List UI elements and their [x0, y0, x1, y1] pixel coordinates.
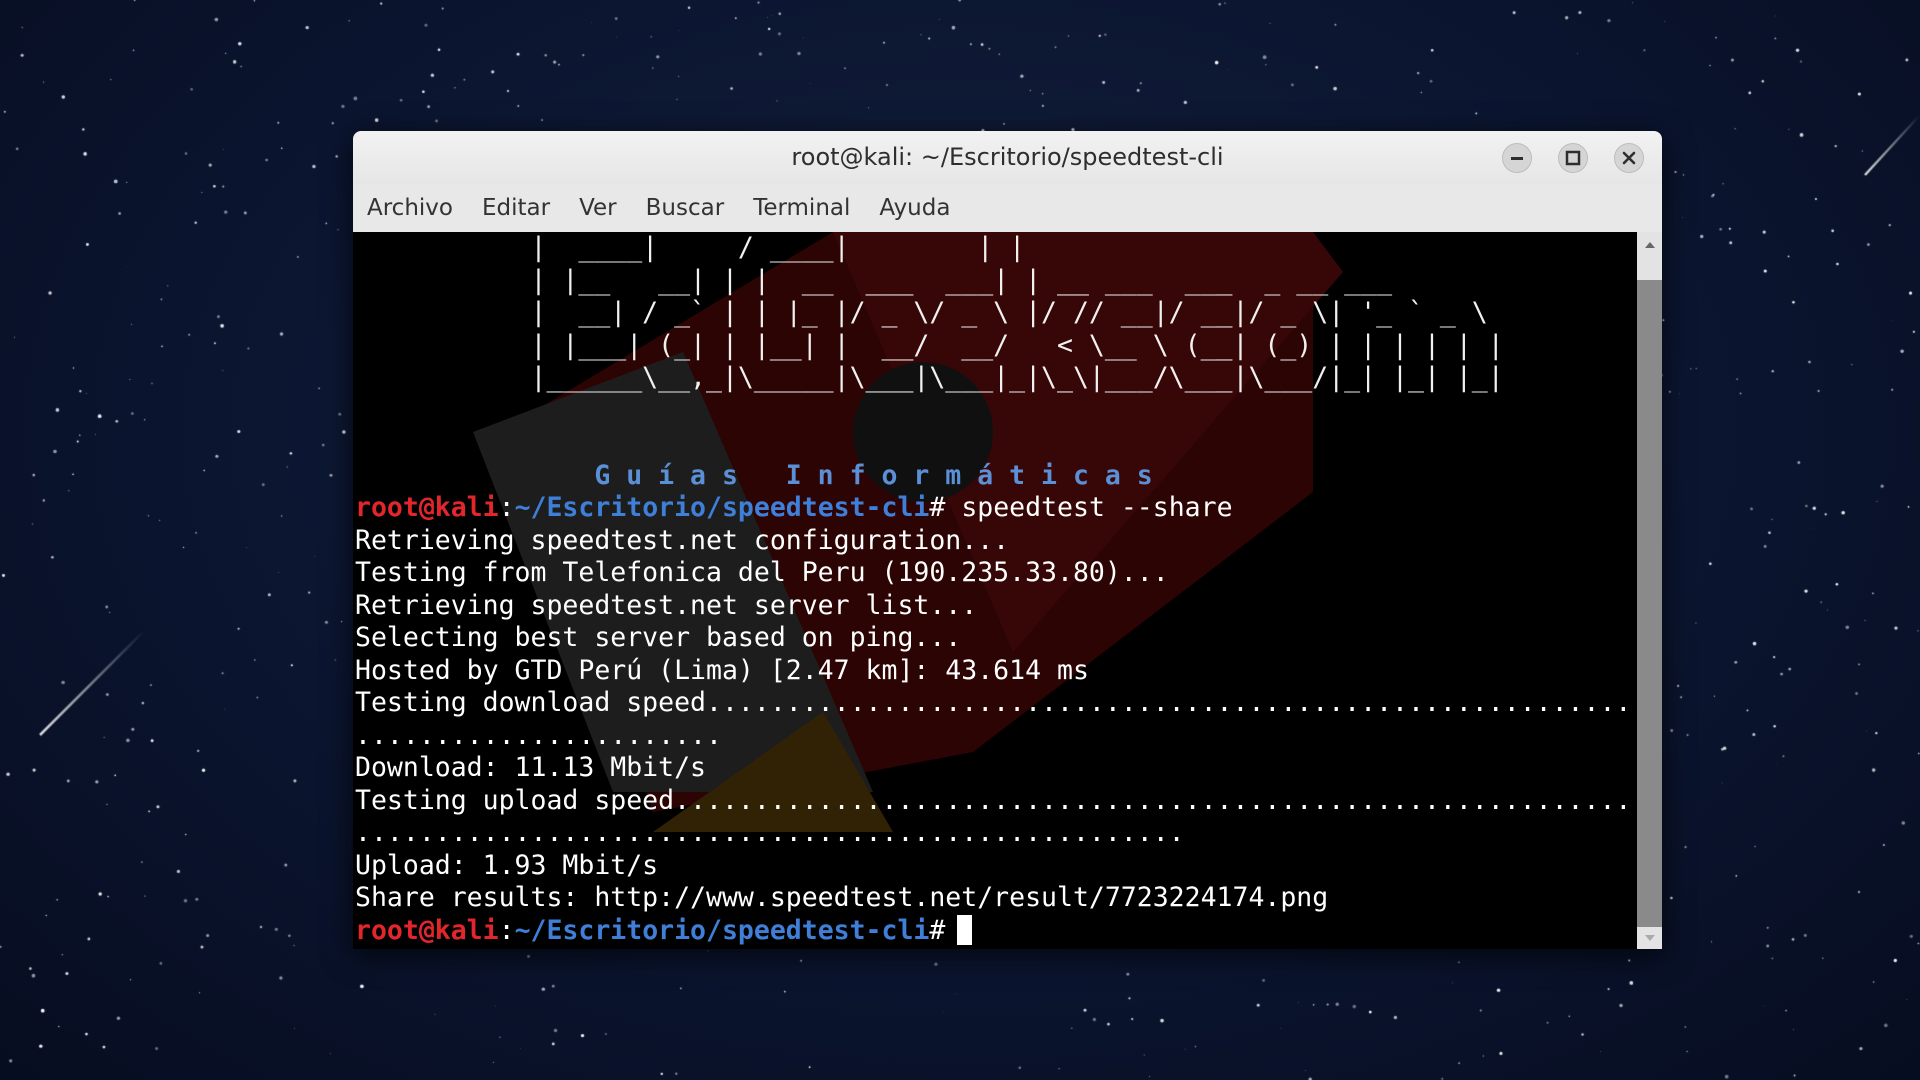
- terminal-output: | ____| / ____| | | | |__ __| | | __ ___…: [355, 232, 1637, 947]
- menu-ver[interactable]: Ver: [579, 195, 617, 221]
- window-title: root@kali: ~/Escritorio/speedtest-cli: [791, 143, 1224, 171]
- scroll-down-button[interactable]: [1637, 927, 1662, 949]
- arrow-up-icon: [1645, 242, 1655, 248]
- menu-bar: Archivo Editar Ver Buscar Terminal Ayuda: [353, 184, 1662, 233]
- ascii-line-5: |______\__,_|\_____|\___|\___|_|\_\|___/…: [355, 362, 1504, 393]
- minimize-button[interactable]: [1502, 143, 1532, 173]
- output-line: .......................: [355, 719, 722, 751]
- ascii-line-4: | |___| (_| | |__| | __/ __/ < \__ \ (__…: [355, 329, 1504, 361]
- menu-archivo[interactable]: Archivo: [367, 195, 453, 221]
- text-cursor: [957, 914, 973, 945]
- prompt-path: ~/Escritorio/speedtest-cli: [514, 492, 930, 523]
- prompt-user: root@kali: [355, 492, 499, 523]
- prompt-path-2: ~/Escritorio/speedtest-cli: [514, 914, 930, 946]
- ascii-line-3: | __| / _` | | |_ |/ _ \/ _ \ |/ // __|/…: [355, 297, 1488, 328]
- output-line: Download: 11.13 Mbit/s: [355, 752, 706, 783]
- close-icon: [1622, 151, 1636, 165]
- scroll-up-button[interactable]: [1637, 232, 1662, 280]
- menu-editar[interactable]: Editar: [482, 195, 550, 221]
- prompt-user-2: root@kali: [355, 914, 499, 946]
- output-line: Testing from Telefonica del Peru (190.23…: [355, 557, 1169, 588]
- maximize-icon: [1565, 150, 1581, 166]
- output-line: Testing download speed..................…: [355, 687, 1637, 718]
- arrow-down-icon: [1645, 935, 1655, 941]
- output-line: Testing upload speed....................…: [355, 784, 1637, 816]
- ascii-line-1: | ____| / ____| | |: [355, 232, 1026, 263]
- prompt-symbol: #: [929, 492, 946, 523]
- minimize-icon: [1511, 157, 1523, 160]
- vertical-scrollbar[interactable]: [1637, 232, 1662, 949]
- output-line: Selecting best server based on ping...: [355, 622, 962, 653]
- ascii-line-2: | |__ __| | | __ ___ ___| | __ ___ ___ _…: [355, 264, 1393, 296]
- close-button[interactable]: [1614, 143, 1644, 173]
- terminal-area[interactable]: | ____| / ____| | | | |__ __| | | __ ___…: [353, 232, 1637, 949]
- menu-terminal[interactable]: Terminal: [753, 195, 850, 221]
- title-bar[interactable]: root@kali: ~/Escritorio/speedtest-cli: [353, 131, 1662, 184]
- output-line: Hosted by GTD Perú (Lima) [2.47 km]: 43.…: [355, 654, 1089, 686]
- output-line: Upload: 1.93 Mbit/s: [355, 849, 659, 881]
- output-line: ........................................…: [355, 817, 1185, 848]
- command-text: speedtest --share: [945, 492, 1233, 523]
- prompt-symbol-2: #: [929, 914, 946, 946]
- tagline: G u í a s I n f o r m á t i c a s: [355, 459, 1153, 491]
- menu-ayuda[interactable]: Ayuda: [879, 195, 950, 221]
- menu-buscar[interactable]: Buscar: [646, 195, 725, 221]
- output-line: Retrieving speedtest.net server list...: [355, 589, 978, 621]
- output-line: Share results: http://www.speedtest.net/…: [355, 882, 1329, 913]
- output-line: Retrieving speedtest.net configuration..…: [355, 524, 1010, 556]
- terminal-window[interactable]: root@kali: ~/Escritorio/speedtest-cli Ar…: [353, 131, 1662, 949]
- maximize-button[interactable]: [1558, 143, 1588, 173]
